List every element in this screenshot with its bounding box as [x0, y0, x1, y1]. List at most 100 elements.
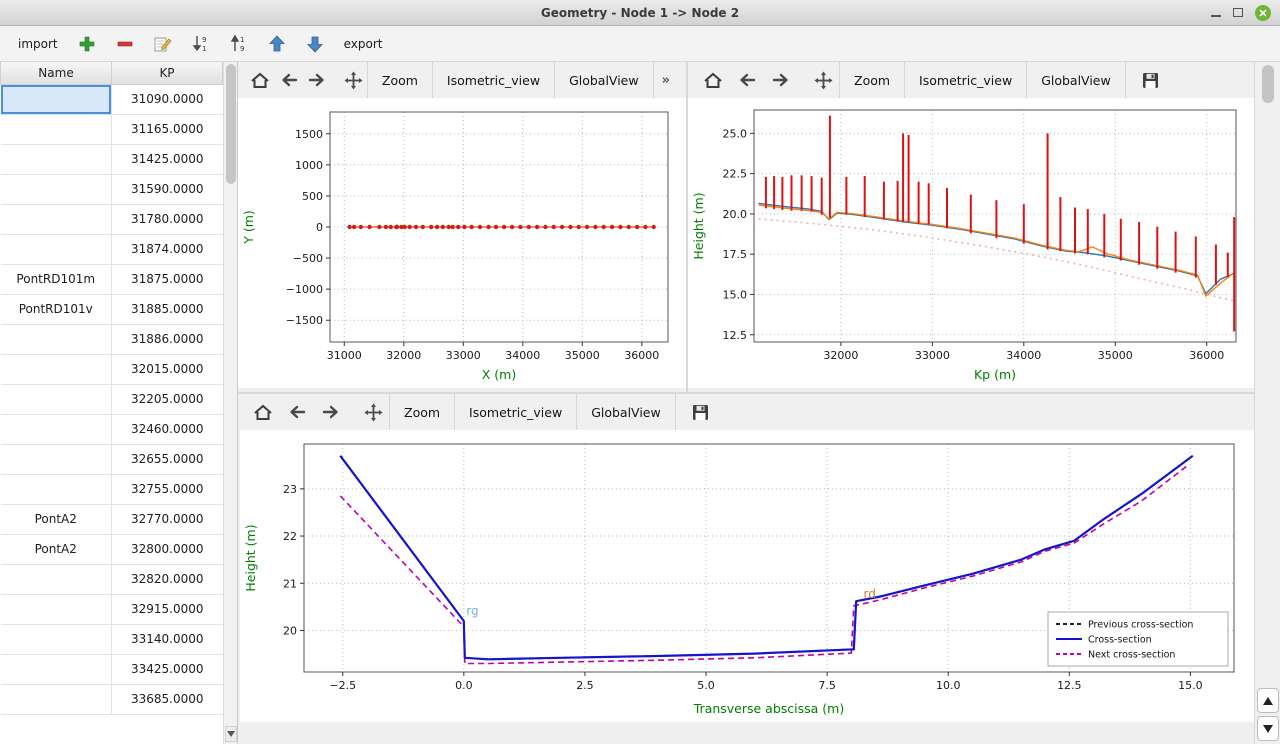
- toolbar-overflow-button[interactable]: »: [654, 73, 678, 88]
- plan-view-plot[interactable]: 310003200033000340003500036000−1500−1000…: [238, 98, 684, 388]
- table-row: PontA2 32800.0000: [1, 534, 223, 564]
- table-cell-kp[interactable]: 32755.0000: [112, 474, 223, 504]
- table-row: 33425.0000: [1, 654, 223, 684]
- global-view-button[interactable]: GlobalView: [576, 394, 676, 430]
- forward-button[interactable]: [316, 397, 346, 427]
- triangle-down-icon: [1263, 725, 1273, 733]
- table-cell-name[interactable]: [1, 174, 112, 204]
- table-cell-name[interactable]: [1, 684, 112, 714]
- table-cell-name[interactable]: [1, 144, 112, 174]
- table-cell-kp[interactable]: 32460.0000: [112, 414, 223, 444]
- back-button[interactable]: [282, 397, 312, 427]
- vertical-scrollbar-thumb[interactable]: [1262, 65, 1274, 103]
- table-cell-name[interactable]: [1, 384, 112, 414]
- table-cell-name[interactable]: [1, 654, 112, 684]
- maximize-button[interactable]: [1233, 6, 1243, 20]
- back-button[interactable]: [732, 65, 762, 95]
- vertical-scrollbar[interactable]: [1254, 62, 1280, 744]
- remove-row-button[interactable]: [114, 31, 136, 57]
- save-button[interactable]: [1136, 65, 1166, 95]
- table-cell-name[interactable]: [1, 474, 112, 504]
- pan-button[interactable]: [358, 397, 388, 427]
- table-cell-name[interactable]: [1, 324, 112, 354]
- minimize-button[interactable]: [1211, 6, 1221, 20]
- column-header-kp[interactable]: KP: [112, 62, 223, 84]
- scroll-up-button[interactable]: [1257, 688, 1279, 713]
- table-cell-kp[interactable]: 32015.0000: [112, 354, 223, 384]
- table-cell-kp[interactable]: 32915.0000: [112, 594, 223, 624]
- table-cell-name[interactable]: PontA2: [1, 534, 112, 564]
- table-scroll-down-button[interactable]: [225, 726, 237, 742]
- isometric-view-button[interactable]: Isometric_view: [904, 62, 1027, 98]
- table-cell-kp[interactable]: 33685.0000: [112, 684, 223, 714]
- isometric-view-button[interactable]: Isometric_view: [454, 394, 577, 430]
- table-cell-name[interactable]: [1, 414, 112, 444]
- close-button[interactable]: [1255, 5, 1271, 21]
- pan-button[interactable]: [341, 65, 365, 95]
- table-cell-kp[interactable]: 31780.0000: [112, 204, 223, 234]
- table-row: 32460.0000: [1, 414, 223, 444]
- save-button[interactable]: [686, 397, 716, 427]
- export-button[interactable]: export: [342, 31, 385, 57]
- table-cell-name[interactable]: [1, 594, 112, 624]
- home-button[interactable]: [248, 65, 272, 95]
- forward-button[interactable]: [305, 65, 329, 95]
- table-cell-name[interactable]: [1, 444, 112, 474]
- sort-descending-button[interactable]: 91: [190, 31, 212, 57]
- table-cell-kp[interactable]: 33140.0000: [112, 624, 223, 654]
- table-cell-kp[interactable]: 31885.0000: [112, 294, 223, 324]
- table-cell-name[interactable]: [1, 84, 112, 114]
- table-cell-name[interactable]: PontRD101m: [1, 264, 112, 294]
- column-header-name[interactable]: Name: [1, 62, 112, 84]
- table-cell-name[interactable]: [1, 354, 112, 384]
- table-cell-kp[interactable]: 31425.0000: [112, 144, 223, 174]
- pan-button[interactable]: [808, 65, 838, 95]
- table-scrollbar[interactable]: [223, 62, 237, 744]
- import-button[interactable]: import: [16, 31, 60, 57]
- table-scrollbar-thumb[interactable]: [226, 64, 236, 184]
- svg-text:1000: 1000: [295, 159, 323, 172]
- table-cell-name[interactable]: PontA2: [1, 504, 112, 534]
- arrow-right-icon: [772, 73, 790, 87]
- table-cell-kp[interactable]: 31875.0000: [112, 264, 223, 294]
- move-down-button[interactable]: [304, 31, 326, 57]
- sort-descending-icon: 91: [192, 34, 210, 53]
- table-cell-name[interactable]: [1, 564, 112, 594]
- zoom-button[interactable]: Zoom: [367, 62, 433, 98]
- sort-ascending-button[interactable]: 19: [228, 31, 250, 57]
- global-view-button[interactable]: GlobalView: [1026, 62, 1126, 98]
- table-cell-kp[interactable]: 31090.0000: [112, 84, 223, 114]
- table-cell-kp[interactable]: 32655.0000: [112, 444, 223, 474]
- table-cell-name[interactable]: [1, 204, 112, 234]
- add-row-button[interactable]: [76, 31, 98, 57]
- home-button[interactable]: [248, 397, 278, 427]
- table-cell-kp[interactable]: 31874.0000: [112, 234, 223, 264]
- zoom-button[interactable]: Zoom: [839, 62, 905, 98]
- table-cell-kp[interactable]: 31165.0000: [112, 114, 223, 144]
- table-cell-name[interactable]: [1, 624, 112, 654]
- table-cell-kp[interactable]: 33425.0000: [112, 654, 223, 684]
- arrow-right-icon: [308, 73, 326, 87]
- table-cell-kp[interactable]: 31886.0000: [112, 324, 223, 354]
- forward-button[interactable]: [766, 65, 796, 95]
- table-cell-kp[interactable]: 32205.0000: [112, 384, 223, 414]
- edit-button[interactable]: [152, 31, 174, 57]
- table-cell-kp[interactable]: 31590.0000: [112, 174, 223, 204]
- global-view-button[interactable]: GlobalView: [554, 62, 654, 98]
- zoom-button[interactable]: Zoom: [389, 394, 455, 430]
- back-button[interactable]: [276, 65, 300, 95]
- svg-text:35000: 35000: [565, 349, 600, 362]
- home-button[interactable]: [698, 65, 728, 95]
- scroll-down-button[interactable]: [1257, 716, 1279, 741]
- isometric-view-button[interactable]: Isometric_view: [432, 62, 555, 98]
- table-cell-kp[interactable]: 32770.0000: [112, 504, 223, 534]
- move-up-button[interactable]: [266, 31, 288, 57]
- table-cell-kp[interactable]: 32800.0000: [112, 534, 223, 564]
- table-row: 32655.0000: [1, 444, 223, 474]
- table-cell-name[interactable]: [1, 114, 112, 144]
- table-cell-kp[interactable]: 32820.0000: [112, 564, 223, 594]
- table-cell-name[interactable]: [1, 234, 112, 264]
- profile-plot[interactable]: 320003300034000350003600012.515.017.520.…: [688, 98, 1254, 388]
- table-cell-name[interactable]: PontRD101v: [1, 294, 112, 324]
- cross-section-plot[interactable]: −2.50.02.55.07.510.012.515.020212223Tran…: [240, 430, 1252, 722]
